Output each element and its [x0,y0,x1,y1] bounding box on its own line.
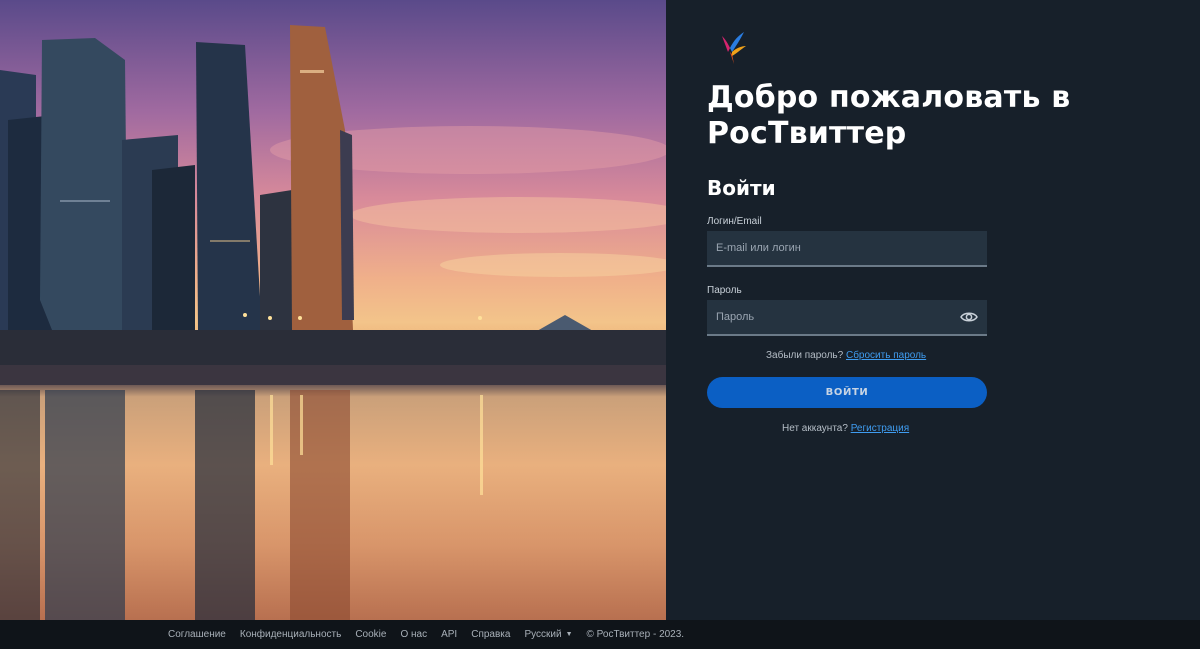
login-title: Войти [707,176,776,200]
login-panel: Добро пожаловать в РосТвиттер Войти Логи… [666,0,1200,620]
footer: Соглашение Конфиденциальность Cookie О н… [0,620,1200,649]
footer-link-agreement[interactable]: Соглашение [168,629,226,640]
caret-down-icon: ▼ [565,631,573,638]
forgot-password-text: Забыли пароль? [766,350,844,361]
reset-password-link[interactable]: Сбросить пароль [846,350,926,361]
password-label: Пароль [707,285,742,296]
no-account-text: Нет аккаунта? [782,423,848,434]
footer-link-privacy[interactable]: Конфиденциальность [240,629,341,640]
language-selector[interactable]: Русский ▼ [524,629,572,640]
city-skyline-photo [0,0,666,620]
register-link[interactable]: Регистрация [851,423,909,434]
bird-logo-icon[interactable] [718,30,748,66]
welcome-headline: Добро пожаловать в РосТвиттер [707,80,1071,151]
login-button[interactable]: ВОЙТИ [707,377,987,408]
copyright: © РосТвиттер - 2023. [586,629,685,640]
language-label: Русский [524,629,562,640]
footer-link-api[interactable]: API [441,629,457,640]
password-input[interactable] [707,300,987,336]
login-email-input[interactable] [707,231,987,267]
login-label: Логин/Email [707,216,762,227]
forgot-password-row: Забыли пароль? Сбросить пароль [766,350,926,361]
footer-link-help[interactable]: Справка [471,629,510,640]
footer-link-cookie[interactable]: Cookie [355,629,386,640]
signup-row: Нет аккаунта? Регистрация [782,423,909,434]
eye-icon[interactable] [960,310,978,324]
footer-link-about[interactable]: О нас [400,629,427,640]
